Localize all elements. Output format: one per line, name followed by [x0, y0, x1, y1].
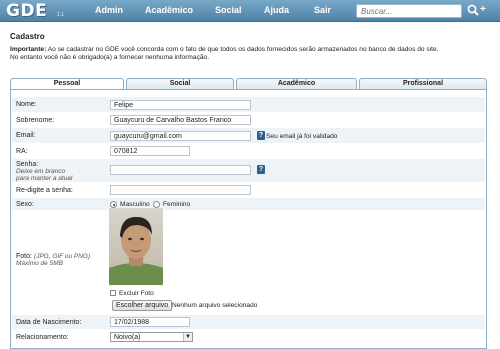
page-title: Cadastro [10, 32, 45, 41]
notice-line-1: Ao se cadastrar no GDE você concorda com… [46, 46, 439, 53]
notice-bold-label: Importante: [10, 46, 47, 53]
row-senha: Senha: Deixe em branco para manter a atu… [12, 159, 485, 183]
row-ra: RA: 070812 [12, 144, 485, 159]
nav-ajuda[interactable]: Ajuda [264, 5, 289, 15]
row-relacionamento: Relacionamento: Noivo(a) ▼ [12, 330, 485, 345]
email-validated-note: Seu email já foi validado [266, 133, 338, 140]
nome-label: Nome: [16, 101, 37, 108]
logo-version: 1.1 [57, 12, 64, 18]
row-nome: Nome: Felipe [12, 97, 485, 113]
personal-form-panel: Nome: Felipe Sobrenome: Guaycuru de Carv… [10, 89, 487, 349]
redigite-senha-label: Re-digite a senha: [16, 187, 73, 194]
row-redigite-senha: Re-digite a senha: [12, 183, 485, 198]
sexo-label: Sexo: [16, 201, 34, 208]
sexo-masculino-label: Masculino [120, 201, 150, 208]
ra-label: RA: [16, 148, 28, 155]
sobrenome-label: Sobrenome: [16, 117, 55, 124]
email-help-icon[interactable]: ? [257, 131, 265, 140]
tab-profissional[interactable]: Profissional [359, 78, 487, 89]
row-sobrenome: Sobrenome: Guaycuru de Carvalho Bastos F… [12, 113, 485, 128]
nav-academico[interactable]: Acadêmico [145, 5, 193, 15]
ra-field[interactable]: 070812 [110, 146, 190, 156]
nascimento-field[interactable]: 17/02/1988 [110, 317, 190, 327]
notice-line-2: No entanto você não é obrigado(a) a forn… [10, 54, 210, 61]
foto-label: Foto: (JPG, GIF ou PNG) Máximo de 5MB [16, 253, 90, 267]
sobrenome-field[interactable]: Guaycuru de Carvalho Bastos Franco [110, 115, 251, 125]
nav-admin[interactable]: Admin [95, 5, 123, 15]
advanced-search-plus-icon[interactable]: + [480, 4, 490, 16]
email-field[interactable]: guaycuru@gmail.com [110, 131, 251, 141]
excluir-foto-label: Excluir Foto [119, 290, 154, 297]
tab-social[interactable]: Social [126, 78, 234, 89]
nome-field[interactable]: Felipe [110, 100, 251, 110]
senha-hint-1: Deixe em branco [16, 168, 66, 175]
email-label: Email: [16, 132, 36, 139]
search-input[interactable] [356, 4, 462, 18]
senha-field[interactable] [110, 165, 251, 175]
redigite-senha-field[interactable] [110, 185, 251, 195]
row-email: Email: guaycuru@gmail.com ? Seu email já… [12, 128, 485, 144]
choose-file-button[interactable]: Escolher arquivo [112, 300, 173, 311]
excluir-foto-checkbox[interactable] [110, 290, 116, 296]
senha-hint-2: para manter a atual [16, 175, 73, 182]
foto-label-text: Foto: [16, 253, 32, 260]
relacionamento-value: Noivo(a) [114, 334, 141, 341]
profile-tabs: Pessoal Social Acadêmico Profissional [10, 78, 487, 90]
senha-help-icon[interactable]: ? [257, 165, 265, 174]
relacionamento-label: Relacionamento: [16, 334, 69, 341]
foto-hint-2: Máximo de 5MB [16, 260, 63, 267]
sexo-masculino-radio[interactable] [110, 201, 117, 208]
registration-notice: Importante: Ao se cadastrar no GDE você … [10, 46, 490, 62]
nascimento-label: Data de Nascimento: [16, 319, 82, 326]
file-status-text: Nenhum arquivo selecionado [172, 302, 258, 309]
row-sexo: Sexo: Masculino Feminino [12, 198, 485, 211]
row-nascimento: Data de Nascimento: 17/02/1988 [12, 315, 485, 330]
nav-sair[interactable]: Sair [314, 5, 331, 15]
senha-label-text: Senha: [16, 161, 39, 168]
foto-hint-1: (JPG, GIF ou PNG) [33, 253, 91, 260]
senha-label: Senha: Deixe em branco para manter a atu… [16, 161, 72, 182]
tab-academico[interactable]: Acadêmico [236, 78, 357, 89]
row-foto: Foto: (JPG, GIF ou PNG) Máximo de 5MB Ex… [12, 211, 485, 315]
relacionamento-select[interactable]: Noivo(a) ▼ [110, 332, 193, 342]
nav-social[interactable]: Social [215, 5, 242, 15]
profile-photo [109, 208, 163, 285]
chevron-down-icon: ▼ [183, 333, 192, 341]
top-navigation-bar: GDE 1.1 Admin Acadêmico Social Ajuda Sai… [0, 0, 500, 22]
gde-logo[interactable]: GDE [6, 1, 47, 21]
sexo-feminino-radio[interactable] [153, 201, 160, 208]
sexo-feminino-label: Feminino [163, 201, 191, 208]
search-icon[interactable] [466, 3, 480, 17]
